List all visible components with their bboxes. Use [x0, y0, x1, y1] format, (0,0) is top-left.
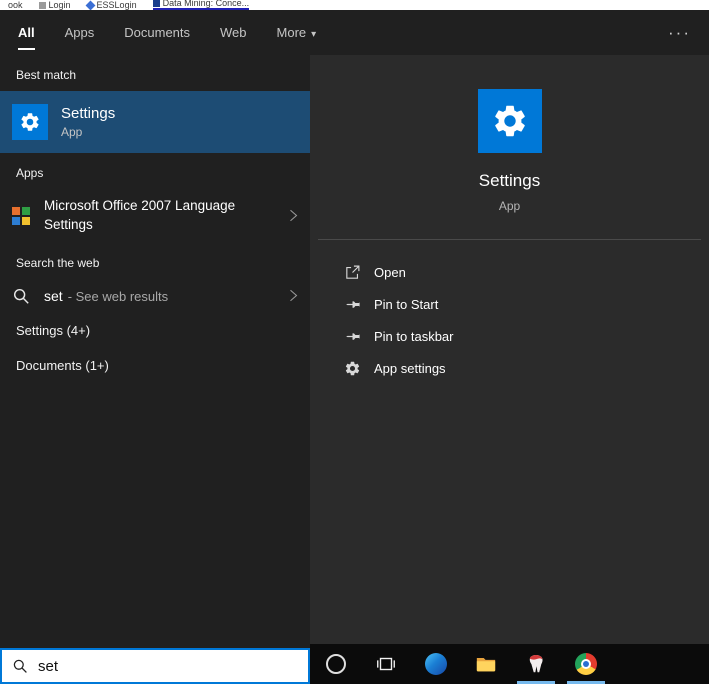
web-suffix: - See web results [67, 288, 169, 304]
tab-documents[interactable]: Documents [124, 10, 190, 55]
search-input[interactable] [38, 657, 298, 675]
apps-section-label: Apps [16, 166, 44, 180]
office-icon-square [12, 216, 20, 225]
settings-group-header[interactable]: Settings (4+) [0, 313, 310, 348]
tab-label: All [18, 25, 35, 40]
tab-all[interactable]: All [18, 10, 35, 55]
chrome-icon[interactable] [567, 652, 605, 684]
bookmark-label: ook [8, 0, 23, 10]
task-view-icon[interactable] [374, 652, 398, 676]
chevron-right-icon [289, 288, 298, 303]
more-options-button[interactable]: ··· [668, 23, 691, 43]
gear-icon [491, 102, 529, 140]
app-preview-panel: Settings App Open Pin to Start Pin to ta… [310, 55, 709, 644]
result-office-language-settings[interactable]: Microsoft Office 2007 Language Settings [0, 189, 310, 243]
office-icon-square [22, 206, 30, 215]
office-icon-square [22, 216, 30, 225]
browser-bookmarks-strip: ook Login ESSLogin Data Mining: Conce... [0, 0, 709, 10]
action-open[interactable]: Open [344, 256, 709, 288]
taskbar-search-box[interactable] [0, 648, 310, 684]
documents-group-header[interactable]: Documents (1+) [0, 348, 310, 383]
tab-more[interactable]: More [277, 10, 317, 55]
preview-app-title: Settings [478, 171, 541, 190]
bookmark-label: Data Mining: Conce... [162, 0, 250, 8]
file-explorer-icon[interactable] [474, 652, 498, 676]
edge-icon[interactable] [424, 652, 448, 676]
web-query: set [44, 287, 63, 304]
edge-logo [425, 653, 447, 675]
tab-web[interactable]: Web [220, 10, 247, 55]
taskbar [310, 644, 709, 684]
windows-search-flyout: ook Login ESSLogin Data Mining: Conce...… [0, 0, 709, 684]
preview-column: Settings App Open Pin to Start Pin to ta… [310, 55, 709, 684]
settings-app-tile [477, 89, 542, 153]
pin-icon [344, 296, 361, 313]
action-pin-to-start[interactable]: Pin to Start [344, 288, 709, 320]
search-icon [12, 658, 28, 674]
open-icon [344, 264, 361, 281]
search-web-section-label: Search the web [16, 255, 100, 270]
action-pin-to-taskbar[interactable]: Pin to taskbar [344, 320, 709, 352]
favicon [38, 2, 46, 9]
office-language-icon [12, 206, 30, 225]
red-app-icon[interactable] [517, 652, 555, 684]
best-match-title: Settings [61, 105, 116, 122]
search-results-panel: Best match Settings App Apps Microsoft O… [0, 55, 310, 684]
best-match-section-label: Best match [16, 68, 77, 82]
search-content: Best match Settings App Apps Microsoft O… [0, 55, 709, 684]
cortana-ring [326, 654, 346, 674]
gear-icon [344, 360, 361, 377]
bookmark-item[interactable]: Data Mining: Conce... [152, 0, 250, 10]
chevron-right-icon [289, 208, 298, 223]
results-list: Best match Settings App Apps Microsoft O… [0, 55, 310, 648]
chevron-down-icon [306, 25, 316, 40]
tab-label: Documents [124, 25, 191, 40]
preview-app-subtitle: App [498, 199, 521, 213]
best-match-result-settings[interactable]: Settings App [0, 91, 310, 153]
bookmark-item[interactable]: Login [38, 0, 71, 10]
favicon [85, 0, 95, 10]
action-label: Pin to Start [374, 296, 439, 312]
result-label: Microsoft Office 2007 Language Settings [44, 198, 236, 232]
bookmark-item[interactable]: ook [8, 0, 23, 10]
result-web-search[interactable]: set - See web results [0, 279, 310, 313]
tab-label: More [276, 25, 307, 40]
chrome-logo [575, 653, 597, 675]
action-label: App settings [374, 360, 446, 376]
best-match-text: Settings App [61, 105, 115, 139]
bookmark-label: ESSLogin [96, 0, 137, 10]
bookmark-label: Login [48, 0, 71, 10]
tab-label: Web [220, 25, 247, 40]
action-label: Pin to taskbar [374, 328, 454, 344]
best-match-subtitle: App [61, 125, 83, 139]
office-icon-square [12, 206, 20, 215]
tab-label: Apps [64, 25, 95, 40]
search-icon [12, 287, 30, 305]
favicon [152, 0, 160, 7]
app-actions-list: Open Pin to Start Pin to taskbar App set… [310, 240, 709, 384]
web-search-text: set - See web results [44, 288, 168, 304]
pin-icon [344, 328, 361, 345]
settings-gear-icon [12, 104, 48, 140]
action-label: Open [374, 264, 406, 280]
action-app-settings[interactable]: App settings [344, 352, 709, 384]
bookmark-item[interactable]: ESSLogin [85, 0, 137, 10]
cortana-icon[interactable] [324, 652, 348, 676]
search-tabs-bar: All Apps Documents Web More ··· [0, 10, 709, 55]
tab-apps[interactable]: Apps [65, 10, 95, 55]
